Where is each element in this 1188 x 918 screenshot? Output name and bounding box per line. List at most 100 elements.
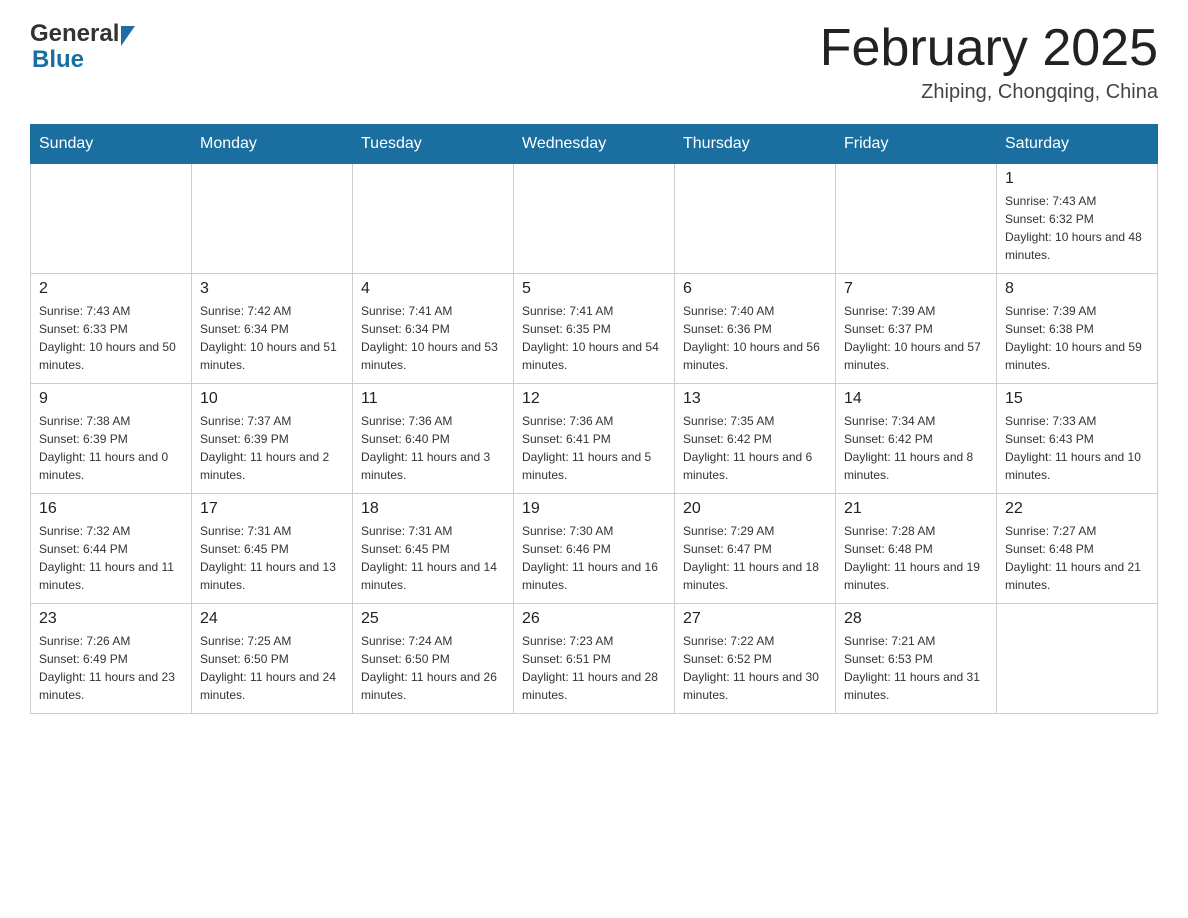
calendar-day-cell <box>353 164 514 274</box>
calendar-day-cell: 23 Sunrise: 7:26 AM Sunset: 6:49 PM Dayli… <box>31 604 192 714</box>
day-number: 26 <box>522 610 666 628</box>
day-info: Sunrise: 7:41 AM Sunset: 6:34 PM Dayligh… <box>361 302 505 374</box>
calendar-day-cell: 20 Sunrise: 7:29 AM Sunset: 6:47 PM Dayli… <box>675 494 836 604</box>
day-info: Sunrise: 7:27 AM Sunset: 6:48 PM Dayligh… <box>1005 522 1149 594</box>
day-number: 3 <box>200 280 344 298</box>
day-of-week-header: Saturday <box>997 125 1158 164</box>
calendar-title: February 2025 <box>820 20 1158 77</box>
calendar-day-cell <box>997 604 1158 714</box>
calendar-day-cell <box>31 164 192 274</box>
calendar-day-cell: 4 Sunrise: 7:41 AM Sunset: 6:34 PM Daylig… <box>353 274 514 384</box>
day-info: Sunrise: 7:30 AM Sunset: 6:46 PM Dayligh… <box>522 522 666 594</box>
calendar-day-cell: 16 Sunrise: 7:32 AM Sunset: 6:44 PM Dayli… <box>31 494 192 604</box>
day-number: 14 <box>844 390 988 408</box>
day-number: 23 <box>39 610 183 628</box>
day-info: Sunrise: 7:36 AM Sunset: 6:40 PM Dayligh… <box>361 412 505 484</box>
calendar-day-cell: 21 Sunrise: 7:28 AM Sunset: 6:48 PM Dayli… <box>836 494 997 604</box>
day-number: 25 <box>361 610 505 628</box>
calendar-day-cell: 27 Sunrise: 7:22 AM Sunset: 6:52 PM Dayli… <box>675 604 836 714</box>
day-info: Sunrise: 7:21 AM Sunset: 6:53 PM Dayligh… <box>844 632 988 704</box>
day-number: 16 <box>39 500 183 518</box>
day-number: 20 <box>683 500 827 518</box>
calendar-subtitle: Zhiping, Chongqing, China <box>820 81 1158 104</box>
calendar-day-cell: 12 Sunrise: 7:36 AM Sunset: 6:41 PM Dayli… <box>514 384 675 494</box>
day-number: 21 <box>844 500 988 518</box>
day-info: Sunrise: 7:41 AM Sunset: 6:35 PM Dayligh… <box>522 302 666 374</box>
day-number: 11 <box>361 390 505 408</box>
day-info: Sunrise: 7:39 AM Sunset: 6:37 PM Dayligh… <box>844 302 988 374</box>
day-info: Sunrise: 7:25 AM Sunset: 6:50 PM Dayligh… <box>200 632 344 704</box>
calendar-day-cell: 5Sunrise: 7:41 AM Sunset: 6:35 PM Daylig… <box>514 274 675 384</box>
day-number: 4 <box>361 280 505 298</box>
day-info: Sunrise: 7:32 AM Sunset: 6:44 PM Dayligh… <box>39 522 183 594</box>
day-number: 6 <box>683 280 827 298</box>
day-info: Sunrise: 7:23 AM Sunset: 6:51 PM Dayligh… <box>522 632 666 704</box>
calendar-day-cell: 11 Sunrise: 7:36 AM Sunset: 6:40 PM Dayli… <box>353 384 514 494</box>
day-info: Sunrise: 7:31 AM Sunset: 6:45 PM Dayligh… <box>361 522 505 594</box>
day-number: 2 <box>39 280 183 298</box>
day-number: 17 <box>200 500 344 518</box>
day-info: Sunrise: 7:43 AM Sunset: 6:32 PM Dayligh… <box>1005 192 1149 264</box>
day-number: 7 <box>844 280 988 298</box>
calendar-week-row: 23 Sunrise: 7:26 AM Sunset: 6:49 PM Dayli… <box>31 604 1158 714</box>
calendar-day-cell: 7 Sunrise: 7:39 AM Sunset: 6:37 PM Daylig… <box>836 274 997 384</box>
calendar-header-row: SundayMondayTuesdayWednesdayThursdayFrid… <box>31 125 1158 164</box>
day-of-week-header: Tuesday <box>353 125 514 164</box>
calendar-day-cell: 3Sunrise: 7:42 AM Sunset: 6:34 PM Daylig… <box>192 274 353 384</box>
day-of-week-header: Sunday <box>31 125 192 164</box>
day-info: Sunrise: 7:26 AM Sunset: 6:49 PM Dayligh… <box>39 632 183 704</box>
day-number: 15 <box>1005 390 1149 408</box>
logo-blue-text: Blue <box>32 46 84 74</box>
day-number: 9 <box>39 390 183 408</box>
calendar-day-cell: 10 Sunrise: 7:37 AM Sunset: 6:39 PM Dayli… <box>192 384 353 494</box>
calendar-day-cell: 1 Sunrise: 7:43 AM Sunset: 6:32 PM Daylig… <box>997 164 1158 274</box>
calendar-day-cell: 26 Sunrise: 7:23 AM Sunset: 6:51 PM Dayli… <box>514 604 675 714</box>
day-info: Sunrise: 7:33 AM Sunset: 6:43 PM Dayligh… <box>1005 412 1149 484</box>
day-number: 27 <box>683 610 827 628</box>
day-info: Sunrise: 7:22 AM Sunset: 6:52 PM Dayligh… <box>683 632 827 704</box>
calendar-day-cell <box>675 164 836 274</box>
day-info: Sunrise: 7:36 AM Sunset: 6:41 PM Dayligh… <box>522 412 666 484</box>
day-number: 19 <box>522 500 666 518</box>
day-number: 10 <box>200 390 344 408</box>
day-of-week-header: Monday <box>192 125 353 164</box>
calendar-week-row: 2 Sunrise: 7:43 AM Sunset: 6:33 PM Daylig… <box>31 274 1158 384</box>
calendar-day-cell: 15 Sunrise: 7:33 AM Sunset: 6:43 PM Dayli… <box>997 384 1158 494</box>
calendar-day-cell: 17 Sunrise: 7:31 AM Sunset: 6:45 PM Dayli… <box>192 494 353 604</box>
calendar-day-cell: 13 Sunrise: 7:35 AM Sunset: 6:42 PM Dayli… <box>675 384 836 494</box>
calendar-day-cell <box>836 164 997 274</box>
calendar-week-row: 16 Sunrise: 7:32 AM Sunset: 6:44 PM Dayli… <box>31 494 1158 604</box>
calendar-day-cell: 9 Sunrise: 7:38 AM Sunset: 6:39 PM Daylig… <box>31 384 192 494</box>
logo: General Blue <box>30 20 135 74</box>
day-of-week-header: Thursday <box>675 125 836 164</box>
day-number: 12 <box>522 390 666 408</box>
day-info: Sunrise: 7:37 AM Sunset: 6:39 PM Dayligh… <box>200 412 344 484</box>
day-info: Sunrise: 7:29 AM Sunset: 6:47 PM Dayligh… <box>683 522 827 594</box>
day-info: Sunrise: 7:38 AM Sunset: 6:39 PM Dayligh… <box>39 412 183 484</box>
day-info: Sunrise: 7:34 AM Sunset: 6:42 PM Dayligh… <box>844 412 988 484</box>
day-info: Sunrise: 7:24 AM Sunset: 6:50 PM Dayligh… <box>361 632 505 704</box>
calendar-day-cell: 25 Sunrise: 7:24 AM Sunset: 6:50 PM Dayli… <box>353 604 514 714</box>
day-number: 13 <box>683 390 827 408</box>
calendar-day-cell: 14 Sunrise: 7:34 AM Sunset: 6:42 PM Dayli… <box>836 384 997 494</box>
day-info: Sunrise: 7:31 AM Sunset: 6:45 PM Dayligh… <box>200 522 344 594</box>
calendar-week-row: 9 Sunrise: 7:38 AM Sunset: 6:39 PM Daylig… <box>31 384 1158 494</box>
day-info: Sunrise: 7:35 AM Sunset: 6:42 PM Dayligh… <box>683 412 827 484</box>
calendar-week-row: 1 Sunrise: 7:43 AM Sunset: 6:32 PM Daylig… <box>31 164 1158 274</box>
day-number: 18 <box>361 500 505 518</box>
day-info: Sunrise: 7:39 AM Sunset: 6:38 PM Dayligh… <box>1005 302 1149 374</box>
calendar-day-cell <box>192 164 353 274</box>
calendar-day-cell: 18 Sunrise: 7:31 AM Sunset: 6:45 PM Dayli… <box>353 494 514 604</box>
calendar-day-cell: 19 Sunrise: 7:30 AM Sunset: 6:46 PM Dayli… <box>514 494 675 604</box>
calendar-day-cell: 6Sunrise: 7:40 AM Sunset: 6:36 PM Daylig… <box>675 274 836 384</box>
day-number: 1 <box>1005 170 1149 188</box>
logo-general-text: General <box>30 20 119 48</box>
calendar-day-cell: 2 Sunrise: 7:43 AM Sunset: 6:33 PM Daylig… <box>31 274 192 384</box>
day-number: 22 <box>1005 500 1149 518</box>
page-header: General Blue February 2025 Zhiping, Chon… <box>30 20 1158 104</box>
title-block: February 2025 Zhiping, Chongqing, China <box>820 20 1158 104</box>
day-of-week-header: Wednesday <box>514 125 675 164</box>
day-info: Sunrise: 7:43 AM Sunset: 6:33 PM Dayligh… <box>39 302 183 374</box>
calendar-day-cell: 28Sunrise: 7:21 AM Sunset: 6:53 PM Dayli… <box>836 604 997 714</box>
day-info: Sunrise: 7:28 AM Sunset: 6:48 PM Dayligh… <box>844 522 988 594</box>
